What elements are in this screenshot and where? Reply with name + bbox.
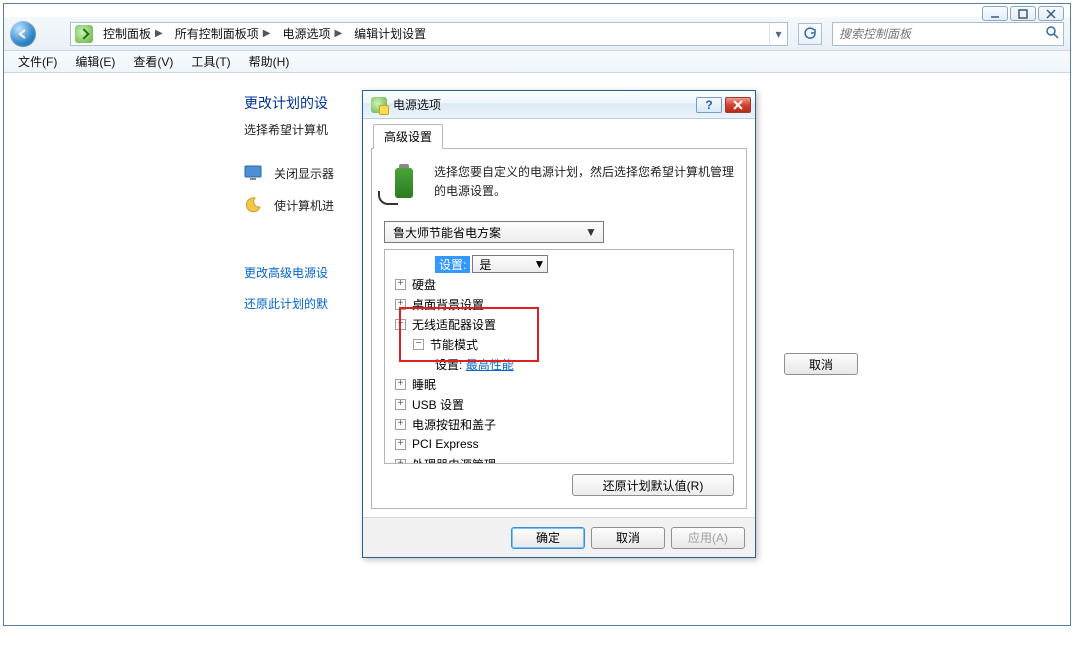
battery-icon (384, 163, 424, 203)
menu-file[interactable]: 文件(F) (18, 53, 57, 70)
breadcrumb-item[interactable]: 控制面板▶ (99, 23, 171, 45)
dialog-cancel-button[interactable]: 取消 (591, 527, 665, 549)
dialog-body: 高级设置 选择您要自定义的电源计划，然后选择您希望计算机管理的电源设置。 鲁大师… (363, 119, 755, 517)
current-setting-row: 设置: 是 ▼ (435, 254, 731, 274)
setting-value-select[interactable]: 是 ▼ (472, 255, 548, 273)
ok-button[interactable]: 确定 (511, 527, 585, 549)
tree-node-processor-power[interactable]: +处理器电源管理 (395, 454, 731, 464)
row-display-label: 关闭显示器 (274, 165, 334, 182)
window-titlebar (4, 4, 1070, 17)
tab-strip: 高级设置 (371, 123, 747, 149)
power-plan-selected: 鲁大师节能省电方案 (393, 224, 501, 241)
menu-view[interactable]: 查看(V) (133, 53, 173, 70)
search-box[interactable] (832, 22, 1064, 46)
expand-icon[interactable]: + (395, 299, 406, 310)
setting-value: 是 (479, 256, 491, 273)
address-bar[interactable]: 控制面板▶ 所有控制面板项▶ 电源选项▶ 编辑计划设置 ▾ (70, 22, 788, 46)
cancel-button[interactable]: 取消 (784, 353, 858, 375)
nav-back-forward (10, 20, 64, 48)
dialog-footer: 确定 取消 应用(A) (363, 517, 755, 557)
chevron-down-icon: ▼ (533, 257, 545, 271)
restore-plan-defaults-button[interactable]: 还原计划默认值(R) (572, 474, 734, 496)
tree-node-power-buttons-lid[interactable]: +电源按钮和盖子 (395, 414, 731, 434)
apply-button[interactable]: 应用(A) (671, 527, 745, 549)
dialog-description: 选择您要自定义的电源计划，然后选择您希望计算机管理的电源设置。 (434, 163, 734, 203)
minimize-button[interactable] (982, 6, 1008, 21)
help-button[interactable]: ? (696, 97, 722, 113)
collapse-icon[interactable]: − (413, 339, 424, 350)
maximize-button[interactable] (1010, 6, 1036, 21)
setting-value-link[interactable]: 最高性能 (466, 356, 514, 373)
expand-icon[interactable]: + (395, 419, 406, 430)
breadcrumb-item[interactable]: 所有控制面板项▶ (171, 23, 279, 45)
search-input[interactable] (837, 26, 1045, 42)
tree-node-setting-max-perf[interactable]: 设置: 最高性能 (435, 354, 731, 374)
back-button[interactable] (10, 21, 36, 47)
close-button[interactable] (1038, 6, 1064, 21)
chevron-down-icon: ▼ (583, 224, 599, 240)
expand-icon[interactable]: + (395, 279, 406, 290)
setting-label: 设置: (435, 256, 470, 273)
monitor-icon (244, 164, 262, 182)
expand-icon[interactable]: + (395, 379, 406, 390)
menu-edit[interactable]: 编辑(E) (75, 53, 115, 70)
settings-tree[interactable]: 设置: 是 ▼ +硬盘 +桌面背景设置 −无线适配器设置 −节能模式 设置: 最… (384, 249, 734, 464)
dialog-close-button[interactable] (725, 97, 751, 113)
power-plan-select[interactable]: 鲁大师节能省电方案 ▼ (384, 221, 604, 243)
tree-node-power-saving-mode[interactable]: −节能模式 (413, 334, 731, 354)
tree-node-desktop-background[interactable]: +桌面背景设置 (395, 294, 731, 314)
search-icon[interactable] (1045, 25, 1059, 42)
menu-bar: 文件(F) 编辑(E) 查看(V) 工具(T) 帮助(H) (4, 51, 1070, 73)
tree-node-pci-express[interactable]: +PCI Express (395, 434, 731, 454)
row-sleep-label: 使计算机进 (274, 197, 334, 214)
tree-node-sleep[interactable]: +睡眠 (395, 374, 731, 394)
setting-label-text: 设置: (435, 356, 462, 373)
breadcrumb-item[interactable]: 电源选项▶ (278, 23, 350, 45)
dialog-title: 电源选项 (393, 96, 693, 113)
control-panel-icon (75, 25, 93, 43)
breadcrumb-item[interactable]: 编辑计划设置 (350, 23, 430, 45)
expand-icon[interactable]: + (395, 459, 406, 465)
tree-node-usb[interactable]: +USB 设置 (395, 394, 731, 414)
power-options-icon (371, 97, 387, 113)
moon-icon (244, 196, 262, 214)
tree-node-wireless-adapter[interactable]: −无线适配器设置 (395, 314, 731, 334)
power-options-dialog: 电源选项 ? 高级设置 选择您要自定义的电源计划，然后选择您希望计算机管理的电源… (362, 90, 756, 558)
collapse-icon[interactable]: − (395, 319, 406, 330)
address-dropdown-icon[interactable]: ▾ (769, 23, 787, 45)
dialog-titlebar[interactable]: 电源选项 ? (363, 91, 755, 119)
tab-pane: 选择您要自定义的电源计划，然后选择您希望计算机管理的电源设置。 鲁大师节能省电方… (371, 149, 747, 509)
menu-help[interactable]: 帮助(H) (249, 53, 290, 70)
expand-icon[interactable]: + (395, 439, 406, 450)
menu-tools[interactable]: 工具(T) (191, 53, 230, 70)
refresh-button[interactable] (798, 23, 822, 45)
tab-advanced-settings[interactable]: 高级设置 (373, 124, 443, 149)
expand-icon[interactable]: + (395, 399, 406, 410)
tree-node-hard-disk[interactable]: +硬盘 (395, 274, 731, 294)
navigation-bar: 控制面板▶ 所有控制面板项▶ 电源选项▶ 编辑计划设置 ▾ (4, 17, 1070, 51)
